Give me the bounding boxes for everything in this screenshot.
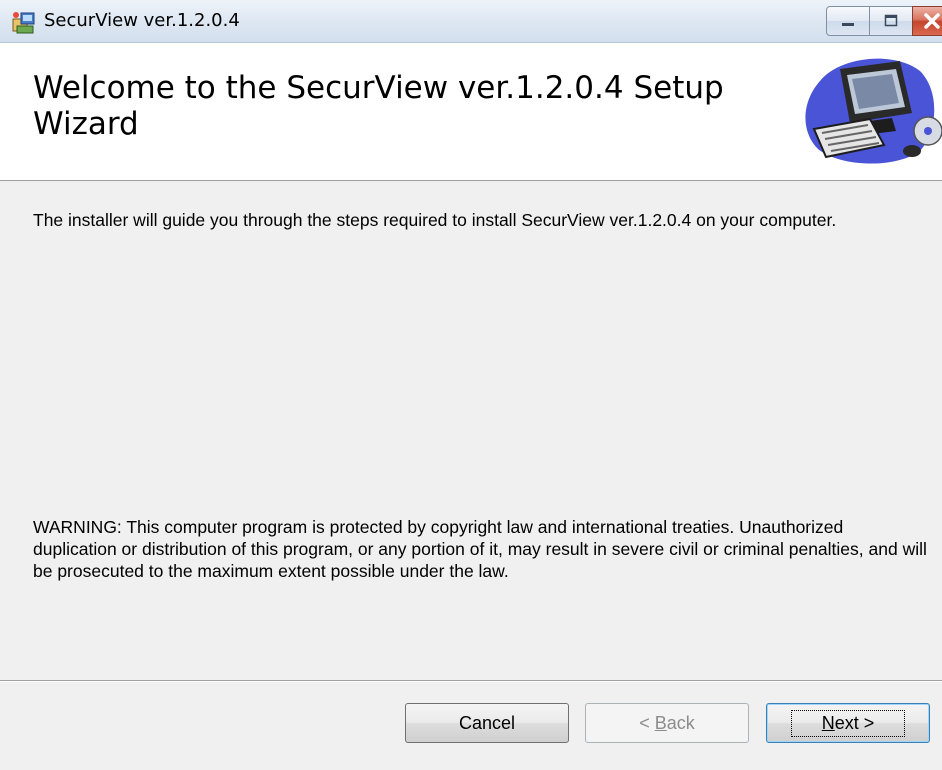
footer-divider (0, 680, 942, 682)
back-button-label: ack (666, 712, 695, 733)
minimize-icon (842, 23, 854, 26)
setup-installer-icon (12, 12, 35, 34)
title-bar[interactable]: SecurView ver.1.2.0.4 (0, 0, 942, 43)
back-button-prefix: < (639, 712, 655, 733)
intro-text: The installer will guide you through the… (33, 210, 837, 230)
minimize-button[interactable] (826, 6, 870, 36)
wizard-header: Welcome to the SecurView ver.1.2.0.4 Set… (0, 43, 942, 181)
setup-wizard-window: SecurView ver.1.2.0.4 Welcome to the Sec… (0, 0, 942, 770)
next-button-focus: Next > (790, 709, 906, 737)
copyright-warning: WARNING: This computer program is protec… (33, 517, 927, 581)
next-button-label: ext > (834, 712, 875, 733)
maximize-icon (884, 14, 898, 27)
close-button[interactable] (912, 6, 942, 36)
close-icon (924, 13, 940, 29)
back-button[interactable]: < Back (585, 703, 749, 743)
page-title: Welcome to the SecurView ver.1.2.0.4 Set… (33, 70, 724, 142)
cancel-button[interactable]: Cancel (405, 703, 569, 743)
next-button[interactable]: Next > (766, 703, 930, 743)
back-button-accelerator: B (654, 712, 667, 733)
computer-setup-illustration (805, 58, 942, 164)
window-title: SecurView ver.1.2.0.4 (44, 10, 240, 31)
maximize-button[interactable] (869, 6, 913, 36)
next-button-accelerator: N (821, 712, 835, 733)
